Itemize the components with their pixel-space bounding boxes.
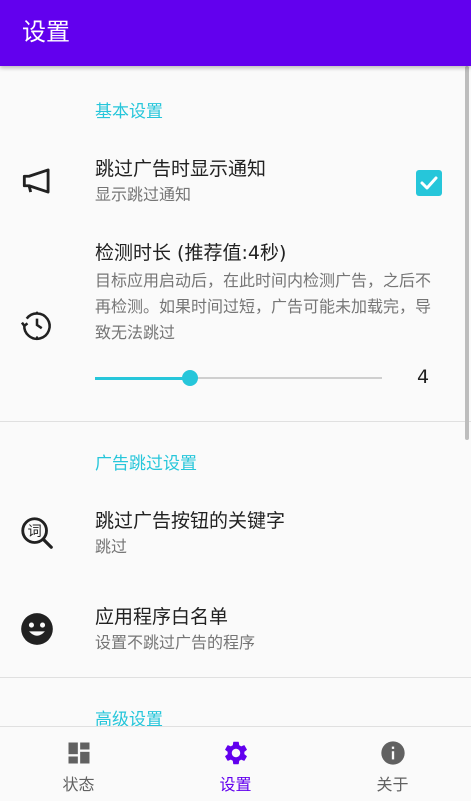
pref-title: 应用程序白名单 xyxy=(95,606,229,628)
nav-item-settings[interactable]: 设置 xyxy=(157,727,314,801)
app-bar: 设置 xyxy=(0,0,471,66)
info-icon xyxy=(381,741,405,765)
pref-summary: 跳过 xyxy=(95,537,128,556)
section-header-basic: 基本设置 xyxy=(95,102,163,122)
pref-summary: 目标应用启动后，在此时间内检测广告，之后不再检测。如果时间过短，广告可能未加载完… xyxy=(95,271,432,342)
pref-title: 跳过广告按钮的关键字 xyxy=(95,510,286,532)
word-search-icon: 词 xyxy=(21,517,53,549)
duration-slider-fill xyxy=(95,377,190,380)
megaphone-icon xyxy=(22,168,50,194)
timer-history-icon xyxy=(20,311,51,341)
nav-item-about[interactable]: 关于 xyxy=(314,727,471,801)
nav-label: 设置 xyxy=(219,775,252,794)
pref-keywords[interactable]: 词 跳过广告按钮的关键字 跳过 xyxy=(0,500,471,570)
skip-notification-checkbox[interactable] xyxy=(416,170,442,196)
pref-title: 检测时长 (推荐值:4秒) xyxy=(95,242,287,264)
word-glyph: 词 xyxy=(27,523,41,540)
duration-value: 4 xyxy=(416,366,430,388)
nav-label: 关于 xyxy=(376,775,409,794)
check-icon xyxy=(420,176,438,190)
nav-label: 状态 xyxy=(62,775,95,794)
gear-icon xyxy=(225,741,247,765)
pref-whitelist[interactable]: 应用程序白名单 设置不跳过广告的程序 xyxy=(0,596,471,666)
settings-list[interactable]: 基本设置 跳过广告时显示通知 显示跳过通知 检测时长 (推荐值:4秒) 目标应用… xyxy=(0,66,471,726)
duration-slider-thumb[interactable] xyxy=(181,370,198,386)
dashboard-icon xyxy=(68,742,90,764)
pref-detect-duration[interactable]: 检测时长 (推荐值:4秒) 目标应用启动后，在此时间内检测广告，之后不再检测。如… xyxy=(0,232,471,412)
pref-skip-notification[interactable]: 跳过广告时显示通知 显示跳过通知 xyxy=(0,148,471,218)
page-title: 设置 xyxy=(22,18,70,46)
section-header-ad-skip: 广告跳过设置 xyxy=(95,454,197,474)
pref-summary: 设置不跳过广告的程序 xyxy=(95,633,256,652)
pref-summary: 显示跳过通知 xyxy=(95,185,192,204)
divider xyxy=(0,677,471,678)
bottom-navigation: 状态 设置 关于 xyxy=(0,726,471,801)
nav-item-status[interactable]: 状态 xyxy=(0,727,157,801)
section-header-advanced: 高级设置 xyxy=(95,710,163,726)
pref-title: 跳过广告时显示通知 xyxy=(95,158,267,180)
scrollbar[interactable] xyxy=(465,66,469,440)
divider xyxy=(0,421,471,422)
smiley-icon xyxy=(21,613,53,645)
